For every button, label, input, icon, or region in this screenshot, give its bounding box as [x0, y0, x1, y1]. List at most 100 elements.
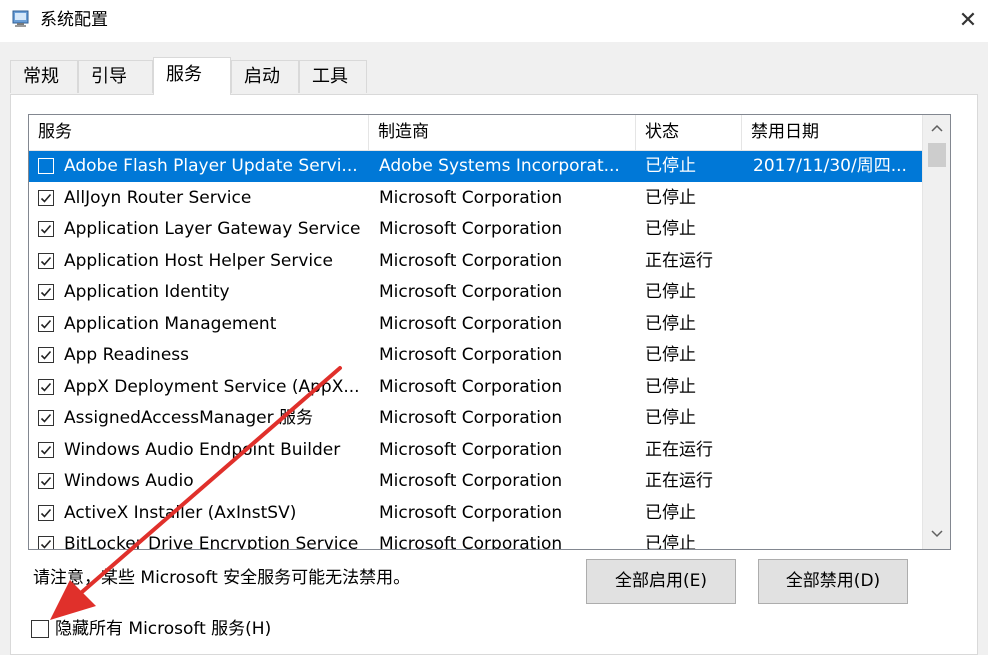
scroll-up-button[interactable]	[923, 117, 950, 139]
service-manufacturer: Microsoft Corporation	[379, 313, 563, 334]
column-header-manufacturer[interactable]: 制造商	[369, 115, 636, 150]
service-row[interactable]: ActiveX Installer (AxInstSV) Microsoft Co…	[29, 498, 922, 529]
window-title: 系统配置	[40, 10, 108, 30]
service-manufacturer: Microsoft Corporation	[379, 282, 563, 302]
service-status: 已停止	[645, 345, 696, 365]
column-header-status[interactable]: 状态	[636, 115, 742, 150]
service-row[interactable]: Application Identity Microsoft Corporatio…	[29, 277, 922, 308]
service-checkbox[interactable]	[38, 221, 54, 237]
service-manufacturer: Microsoft Corporation	[379, 345, 563, 365]
chevron-up-icon	[931, 124, 943, 132]
service-row[interactable]: Application Host Helper Service Microsoft…	[29, 246, 922, 277]
vertical-scrollbar[interactable]	[922, 115, 950, 549]
note-text: 请注意，某些 Microsoft 安全服务可能无法禁用。	[33, 568, 411, 588]
service-name: Application Identity	[64, 282, 230, 302]
tab-boot[interactable]: 引导	[78, 60, 153, 93]
service-disabled-date: 2017/11/30/周四...	[753, 156, 907, 176]
service-row[interactable]: Application Layer Gateway Service Microso…	[29, 214, 922, 245]
scrollbar-thumb[interactable]	[928, 143, 946, 167]
service-row[interactable]: Windows Audio Endpoint Builder Microsoft …	[29, 435, 922, 466]
service-status: 已停止	[645, 502, 696, 523]
checkmark-icon	[40, 193, 52, 203]
service-name: Adobe Flash Player Update Servi...	[64, 156, 358, 176]
service-name: AppX Deployment Service (AppX...	[64, 376, 360, 397]
service-checkbox[interactable]	[38, 315, 54, 332]
tab-general[interactable]: 常规	[10, 60, 78, 93]
service-checkbox[interactable]	[38, 378, 54, 395]
service-status: 已停止	[645, 219, 696, 239]
services-list[interactable]: 服务 制造商 状态 禁用日期 Adobe Flash Player Update…	[28, 114, 951, 550]
msconfig-icon	[12, 10, 29, 27]
column-header-service[interactable]: 服务	[29, 115, 369, 150]
column-header-disabled-date[interactable]: 禁用日期	[742, 115, 922, 150]
disable-all-button[interactable]: 全部禁用(D)	[758, 559, 908, 604]
tab-tools[interactable]: 工具	[299, 60, 367, 93]
checkmark-icon	[40, 350, 52, 360]
service-status: 正在运行	[645, 471, 713, 491]
service-checkbox[interactable]	[38, 504, 54, 521]
close-button[interactable]: ✕	[950, 4, 986, 36]
service-row[interactable]: AllJoyn Router Service Microsoft Corporat…	[29, 183, 922, 214]
checkmark-icon	[40, 256, 52, 266]
service-name: Application Host Helper Service	[64, 250, 333, 271]
checkmark-icon	[40, 319, 52, 329]
service-status: 正在运行	[645, 439, 713, 460]
service-manufacturer: Microsoft Corporation	[379, 376, 563, 397]
service-row[interactable]: Adobe Flash Player Update Servi... Adobe …	[29, 151, 922, 182]
checkmark-icon	[40, 539, 52, 549]
service-manufacturer: Microsoft Corporation	[379, 219, 563, 239]
service-manufacturer: Microsoft Corporation	[379, 471, 563, 491]
service-status: 已停止	[645, 156, 696, 176]
service-row[interactable]: AssignedAccessManager 服务 Microsoft Corpor…	[29, 403, 922, 434]
service-checkbox[interactable]	[38, 189, 54, 206]
service-name: BitLocker Drive Encryption Service	[64, 534, 359, 550]
hide-microsoft-services-label: 隐藏所有 Microsoft 服务(H)	[55, 619, 272, 639]
service-checkbox[interactable]	[38, 347, 54, 363]
service-manufacturer: Microsoft Corporation	[379, 408, 563, 428]
service-row[interactable]: Application Management Microsoft Corporat…	[29, 309, 922, 340]
close-icon: ✕	[958, 7, 978, 33]
service-checkbox[interactable]	[38, 158, 54, 174]
hide-microsoft-services-checkbox[interactable]	[31, 620, 49, 638]
checkmark-icon	[40, 508, 52, 518]
service-status: 已停止	[645, 313, 696, 334]
checkmark-icon	[40, 287, 52, 297]
checkmark-icon	[40, 224, 52, 234]
service-manufacturer: Microsoft Corporation	[379, 187, 563, 208]
chevron-down-icon	[931, 530, 943, 538]
list-header: 服务 制造商 状态 禁用日期	[29, 115, 922, 151]
service-checkbox[interactable]	[38, 473, 54, 489]
service-row[interactable]: Windows Audio Microsoft Corporation 正在运行	[29, 466, 922, 497]
service-checkbox[interactable]	[38, 284, 54, 300]
service-checkbox[interactable]	[38, 536, 54, 549]
service-name: AssignedAccessManager 服务	[64, 408, 313, 428]
service-manufacturer: Microsoft Corporation	[379, 534, 563, 550]
service-manufacturer: Microsoft Corporation	[379, 250, 563, 271]
checkmark-icon	[40, 445, 52, 455]
service-name: Windows Audio	[64, 471, 194, 491]
checkmark-icon	[40, 413, 52, 423]
service-checkbox[interactable]	[38, 410, 54, 426]
checkmark-icon	[40, 382, 52, 392]
service-checkbox[interactable]	[38, 441, 54, 458]
service-status: 已停止	[645, 408, 696, 428]
service-name: Application Management	[64, 313, 277, 334]
service-name: ActiveX Installer (AxInstSV)	[64, 502, 297, 523]
service-checkbox[interactable]	[38, 252, 54, 269]
service-row[interactable]: BitLocker Drive Encryption Service Micros…	[29, 529, 922, 550]
service-name: AllJoyn Router Service	[64, 187, 252, 208]
service-name: App Readiness	[64, 345, 190, 365]
service-status: 已停止	[645, 376, 696, 397]
service-status: 正在运行	[645, 250, 713, 271]
service-row[interactable]: App Readiness Microsoft Corporation 已停止	[29, 340, 922, 371]
tab-services[interactable]: 服务	[153, 57, 231, 95]
service-status: 已停止	[645, 534, 696, 550]
title-bar: 系统配置 ✕	[0, 0, 988, 42]
enable-all-button[interactable]: 全部启用(E)	[586, 559, 736, 604]
tab-startup[interactable]: 启动	[231, 60, 299, 93]
service-status: 已停止	[645, 282, 696, 302]
scroll-down-button[interactable]	[923, 523, 950, 545]
service-row[interactable]: AppX Deployment Service (AppX... Microsof…	[29, 372, 922, 403]
service-manufacturer: Adobe Systems Incorporat...	[379, 156, 620, 176]
service-manufacturer: Microsoft Corporation	[379, 502, 563, 523]
